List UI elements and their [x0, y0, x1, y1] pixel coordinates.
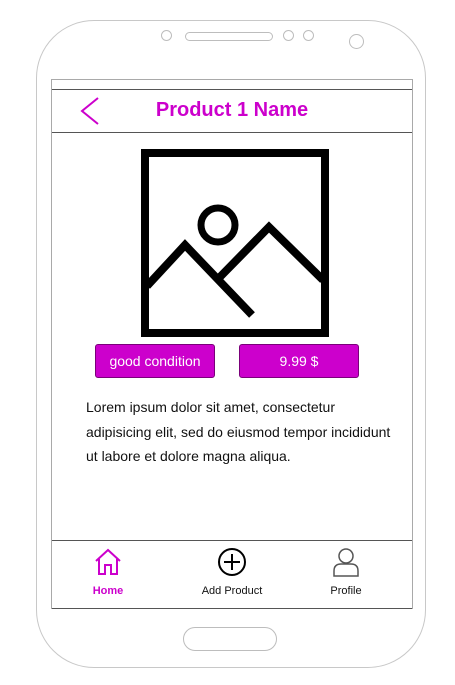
camera-dot-left — [161, 30, 172, 41]
sensor-dot-2 — [303, 30, 314, 41]
home-icon — [95, 548, 121, 575]
user-icon — [333, 548, 359, 577]
sensor-dot — [283, 30, 294, 41]
bottom-nav: Home Add Product Profile — [52, 540, 412, 609]
app-screen: Product 1 Name good condition 9.99 $ Lor… — [51, 79, 413, 609]
product-image-placeholder-icon — [141, 149, 329, 337]
speaker-grille — [185, 32, 273, 41]
hardware-home-button[interactable] — [183, 627, 277, 651]
tab-add-product[interactable]: Add Product — [187, 541, 277, 608]
tab-add-product-label: Add Product — [201, 585, 263, 597]
price-badge: 9.99 $ — [239, 344, 359, 378]
tab-profile-label: Profile — [330, 585, 362, 597]
tab-profile[interactable]: Profile — [310, 541, 382, 608]
tab-home[interactable]: Home — [72, 541, 144, 608]
front-camera — [349, 34, 364, 49]
plus-circle-icon — [218, 548, 246, 576]
top-bar: Product 1 Name — [52, 89, 412, 133]
product-description: Lorem ipsum dolor sit amet, consectetur … — [86, 399, 391, 464]
condition-badge: good condition — [95, 344, 215, 378]
tab-home-label: Home — [92, 585, 124, 597]
page-title: Product 1 Name — [155, 99, 309, 121]
